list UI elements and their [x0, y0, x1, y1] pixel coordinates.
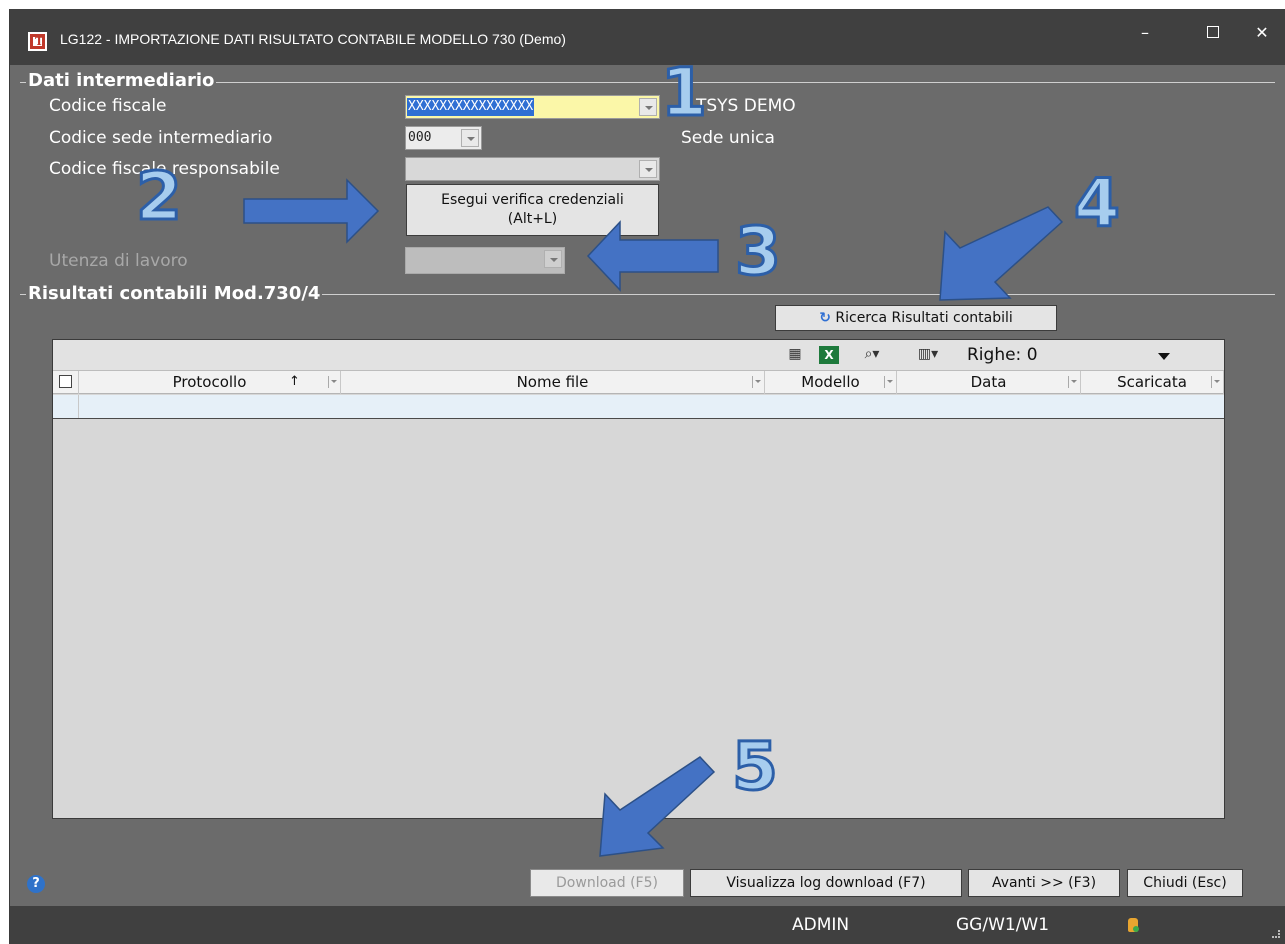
maximize-icon — [1207, 26, 1219, 38]
maximize-button[interactable] — [1198, 21, 1228, 45]
db-icon — [1128, 918, 1139, 932]
results-grid[interactable]: ▦ X ⌕▾ ▥▾ Righe: 0 Protocollo ↑ Nome fil… — [52, 339, 1225, 819]
search-results-label: Ricerca Risultati contabili — [835, 310, 1013, 326]
main-window: T LG122 - IMPORTAZIONE DATI RISULTATO CO… — [9, 9, 1285, 944]
chevron-down-icon[interactable] — [461, 129, 479, 147]
filter-icon[interactable] — [884, 376, 893, 388]
help-icon[interactable]: ? — [27, 875, 45, 893]
codice-sede-value: 000 — [408, 130, 432, 145]
export-icon[interactable]: ▦ — [785, 346, 805, 364]
title-bar: T LG122 - IMPORTAZIONE DATI RISULTATO CO… — [10, 9, 1285, 65]
codice-sede-combo[interactable]: 000 — [405, 126, 482, 150]
window-title: LG122 - IMPORTAZIONE DATI RISULTATO CONT… — [60, 31, 566, 47]
column-modello-label: Modello — [801, 373, 860, 391]
minimize-button[interactable]: – — [1130, 21, 1160, 45]
step-number-2: 2 — [135, 157, 184, 237]
step-number-1: 1 — [660, 53, 709, 133]
status-path: GG/W1/W1 — [956, 915, 1050, 935]
utenza-combo[interactable] — [405, 247, 565, 274]
download-button[interactable]: Download (F5) — [530, 869, 684, 897]
column-data[interactable]: Data — [897, 371, 1081, 394]
column-data-label: Data — [970, 373, 1007, 391]
grid-header: Protocollo ↑ Nome file Modello Data Scar… — [53, 371, 1224, 394]
filter-icon[interactable] — [1211, 376, 1220, 388]
resize-grip-icon[interactable] — [1272, 930, 1280, 938]
search-icon[interactable]: ⌕▾ — [857, 346, 887, 364]
group-title-intermediario: Dati intermediario — [26, 70, 217, 91]
codice-fiscale-combo[interactable]: XXXXXXXXXXXXXXXX — [405, 95, 660, 119]
app-icon: T — [28, 32, 47, 51]
column-nome-file-label: Nome file — [516, 373, 589, 391]
codice-sede-label: Codice sede intermediario — [49, 128, 273, 148]
verify-button-line2: (Alt+L) — [507, 211, 558, 227]
cf-responsabile-combo[interactable] — [405, 157, 660, 181]
refresh-icon: ↻ — [819, 310, 831, 326]
close-dialog-button[interactable]: Chiudi (Esc) — [1127, 869, 1243, 897]
search-results-button[interactable]: ↻ Ricerca Risultati contabili — [775, 305, 1057, 331]
codice-fiscale-value: XXXXXXXXXXXXXXXX — [407, 98, 535, 116]
verify-credentials-button[interactable]: Esegui verifica credenziali (Alt+L) — [406, 184, 659, 236]
select-all-checkbox[interactable] — [59, 375, 72, 388]
step-number-5: 5 — [731, 727, 780, 807]
codice-fiscale-name: TSYS DEMO — [696, 96, 796, 116]
column-nome-file[interactable]: Nome file — [341, 371, 765, 394]
column-protocollo-label: Protocollo — [172, 373, 247, 391]
column-chooser-icon[interactable]: ▥▾ — [911, 346, 945, 364]
step-number-3: 3 — [734, 212, 783, 292]
filter-icon[interactable] — [328, 376, 337, 388]
rows-dropdown-icon[interactable] — [1158, 353, 1170, 360]
grid-toolbar: ▦ X ⌕▾ ▥▾ Righe: 0 — [53, 340, 1224, 371]
step-number-4: 4 — [1073, 164, 1122, 244]
filter-icon[interactable] — [1068, 376, 1077, 388]
status-bar: ADMIN GG/W1/W1 — [10, 906, 1285, 944]
rows-count: Righe: 0 — [967, 345, 1038, 365]
codice-sede-desc: Sede unica — [681, 128, 775, 148]
view-log-button[interactable]: Visualizza log download (F7) — [690, 869, 962, 897]
column-modello[interactable]: Modello — [765, 371, 897, 394]
group-title-risultati: Risultati contabili Mod.730/4 — [26, 283, 323, 304]
codice-fiscale-label: Codice fiscale — [49, 96, 167, 116]
verify-button-line1: Esegui verifica credenziali — [441, 192, 624, 208]
column-protocollo[interactable]: Protocollo ↑ — [79, 371, 341, 394]
filter-icon[interactable] — [752, 376, 761, 388]
chevron-down-icon[interactable] — [639, 160, 657, 178]
select-all-column — [53, 371, 79, 394]
next-button[interactable]: Avanti >> (F3) — [968, 869, 1120, 897]
status-user: ADMIN — [792, 915, 850, 935]
column-scaricata[interactable]: Scaricata — [1081, 371, 1224, 394]
utenza-label: Utenza di lavoro — [49, 251, 188, 271]
close-button[interactable]: ✕ — [1247, 21, 1277, 45]
chevron-down-icon[interactable] — [639, 98, 657, 116]
table-row[interactable] — [53, 395, 1224, 419]
chevron-down-icon[interactable] — [544, 250, 562, 268]
sort-icon: ↑ — [289, 374, 300, 389]
excel-icon[interactable]: X — [819, 346, 839, 364]
column-scaricata-label: Scaricata — [1117, 373, 1187, 391]
